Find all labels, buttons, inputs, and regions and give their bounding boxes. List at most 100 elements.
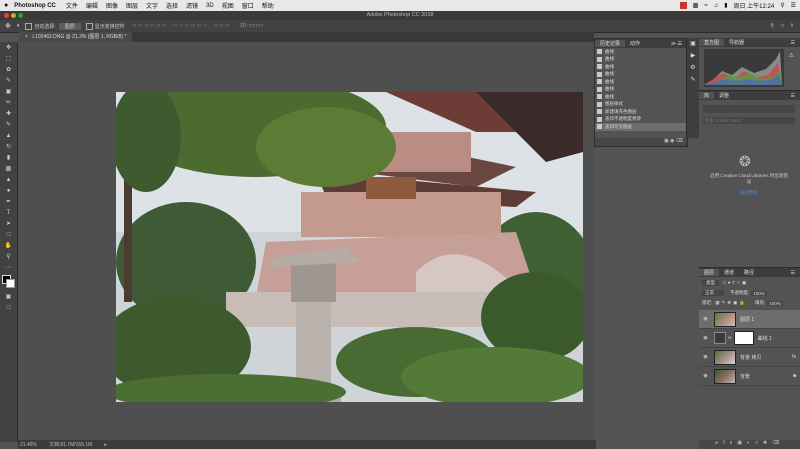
new-layer-icon[interactable]: ✚ <box>763 440 772 446</box>
delete-layer-icon[interactable]: ⌫ <box>772 440 784 446</box>
history-item[interactable]: 曲线 <box>595 78 687 86</box>
actions-panel-icon[interactable]: ▶ <box>687 50 699 62</box>
menu-filter[interactable]: 滤镜 <box>186 1 198 10</box>
lock-icon[interactable]: ■ <box>793 373 796 379</box>
library-select[interactable] <box>703 105 795 113</box>
dodge-tool-icon[interactable]: ● <box>0 185 17 196</box>
zoom-window-icon[interactable] <box>18 13 23 18</box>
volume-icon[interactable]: ♫ <box>714 3 719 9</box>
transform-controls-checkbox[interactable] <box>85 22 93 30</box>
layer-select-dropdown[interactable]: 图层 <box>58 22 81 30</box>
document-size[interactable]: 文档:81.7M/165.1M <box>49 441 92 448</box>
new-group-icon[interactable]: □ <box>755 440 763 446</box>
history-item[interactable]: 曲线 <box>595 93 687 101</box>
tab-libraries[interactable]: 库 <box>699 92 715 99</box>
tab-navigator[interactable]: 导航器 <box>724 39 749 46</box>
blur-tool-icon[interactable]: ▲ <box>0 174 17 185</box>
blend-mode-dropdown[interactable]: 正常 <box>702 290 724 296</box>
layer-filter-icons[interactable]: □●T□▣ <box>723 280 748 286</box>
history-item[interactable]: 新建填充色图层 <box>595 108 687 116</box>
panel-menu-icon[interactable]: ☰ <box>786 270 800 276</box>
close-tab-icon[interactable]: × <box>25 34 28 40</box>
background-color-swatch[interactable] <box>6 279 15 288</box>
document-tab[interactable]: × L102462.DNG @ 21.3% (图层 1, RGB/8) * <box>19 32 133 42</box>
3d-mode-label[interactable]: 3D □□□□□ <box>240 23 263 29</box>
layer-row-selected[interactable]: ◉ 图层 1 <box>699 310 800 329</box>
menu-3d[interactable]: 3D <box>206 3 214 9</box>
marquee-tool-icon[interactable]: ⬚ <box>0 53 17 64</box>
layer-name[interactable]: 曲线 1 <box>758 335 772 342</box>
more-tools-icon[interactable]: ⋯ <box>0 262 17 273</box>
tab-channels[interactable]: 通道 <box>719 269 739 276</box>
menu-help[interactable]: 帮助 <box>262 1 274 10</box>
type-tool-icon[interactable]: T <box>0 207 17 218</box>
document-image[interactable] <box>116 92 583 402</box>
red-app-icon[interactable] <box>679 2 687 9</box>
zoom-level[interactable]: 21.46% <box>20 442 37 448</box>
healing-tool-icon[interactable]: ✚ <box>0 108 17 119</box>
layer-name[interactable]: 背景 <box>740 373 750 380</box>
clock[interactable]: 周日 上午12:24 <box>734 1 775 10</box>
tab-history[interactable]: 历史记录 <box>595 40 626 47</box>
share-icon[interactable]: ⇧ <box>790 23 794 29</box>
layer-filter-dropdown[interactable]: 类型 <box>702 280 719 286</box>
display-icon[interactable]: ▩ <box>693 2 699 9</box>
history-item[interactable]: 曲线 <box>595 63 687 71</box>
layer-row[interactable]: ◉ ∞ 曲线 1 <box>699 329 800 348</box>
retry-link[interactable]: 再次尝试 <box>709 190 789 196</box>
minimize-window-icon[interactable] <box>11 13 16 18</box>
app-menu[interactable]: Photoshop CC <box>14 3 56 9</box>
add-style-icon[interactable]: fx <box>723 440 737 446</box>
add-mask-icon[interactable]: ▣ <box>737 440 747 446</box>
fx-icon[interactable]: fx <box>792 354 796 360</box>
link-layers-icon[interactable]: ∞ <box>715 440 724 446</box>
panel-menu-icon[interactable]: ☰ <box>786 40 800 46</box>
visibility-eye-icon[interactable]: ◉ <box>702 316 709 322</box>
history-brush-tool-icon[interactable]: ↻ <box>0 141 17 152</box>
menu-view[interactable]: 视图 <box>222 1 234 10</box>
menu-edit[interactable]: 编辑 <box>86 1 98 10</box>
delete-state-icon[interactable]: ⌫ <box>676 138 683 144</box>
pen-tool-icon[interactable]: ✒ <box>0 196 17 207</box>
menu-select[interactable]: 选择 <box>166 1 178 10</box>
properties-panel-icon[interactable]: ⚙ <box>687 62 699 74</box>
chain-link-icon[interactable]: ∞ <box>728 335 732 341</box>
history-item-selected[interactable]: 盖印可见图层 <box>595 123 687 131</box>
status-expand-icon[interactable]: ▸ <box>104 442 107 448</box>
tab-histogram[interactable]: 直方图 <box>699 39 725 46</box>
brush-tool-icon[interactable]: ✎ <box>0 119 17 130</box>
stock-search-input[interactable] <box>703 117 795 124</box>
search-icon[interactable]: ⚲ <box>770 23 774 29</box>
menu-file[interactable]: 文件 <box>66 1 78 10</box>
new-document-from-state-icon[interactable]: ▣ <box>664 138 669 144</box>
hand-tool-icon[interactable]: ✋ <box>0 240 17 251</box>
eraser-tool-icon[interactable]: ▮ <box>0 152 17 163</box>
wifi-icon[interactable]: ≈ <box>704 3 707 9</box>
history-item[interactable]: 盖印不透明度更改 <box>595 116 687 124</box>
battery-icon[interactable]: ▮ <box>724 2 727 9</box>
history-item[interactable]: 曲线 <box>595 71 687 79</box>
adjustment-layer-icon[interactable]: ◐ <box>747 440 755 446</box>
eyedropper-tool-icon[interactable]: ✏ <box>0 97 17 108</box>
color-swatches[interactable] <box>0 273 17 291</box>
gradient-tool-icon[interactable]: ▩ <box>0 163 17 174</box>
stamp-tool-icon[interactable]: ▲ <box>0 130 17 141</box>
opacity-field[interactable]: 100% <box>751 290 767 296</box>
history-item[interactable]: 曲线 <box>595 56 687 64</box>
quick-mask-icon[interactable]: ▣ <box>0 291 17 302</box>
tab-layers[interactable]: 图层 <box>699 269 720 276</box>
brush-panel-icon[interactable]: ✎ <box>687 74 699 86</box>
visibility-eye-icon[interactable]: ◉ <box>702 354 709 360</box>
zoom-tool-icon[interactable]: ⚲ <box>0 251 17 262</box>
layer-row[interactable]: ◉ 背景 ■ <box>699 367 800 386</box>
snapshot-icon[interactable]: ◉ <box>670 138 674 144</box>
menu-window[interactable]: 窗口 <box>242 1 254 10</box>
visibility-eye-icon[interactable]: ◉ <box>702 335 709 341</box>
path-select-tool-icon[interactable]: ➤ <box>0 218 17 229</box>
shape-tool-icon[interactable]: □ <box>0 229 17 240</box>
fill-field[interactable]: 100% <box>767 300 783 306</box>
panel-menu-icon[interactable]: ≫ ☰ <box>666 41 687 47</box>
visibility-eye-icon[interactable]: ◉ <box>702 373 709 379</box>
screen-mode-icon[interactable]: □ <box>0 302 17 313</box>
quick-select-tool-icon[interactable]: ✎ <box>0 75 17 86</box>
